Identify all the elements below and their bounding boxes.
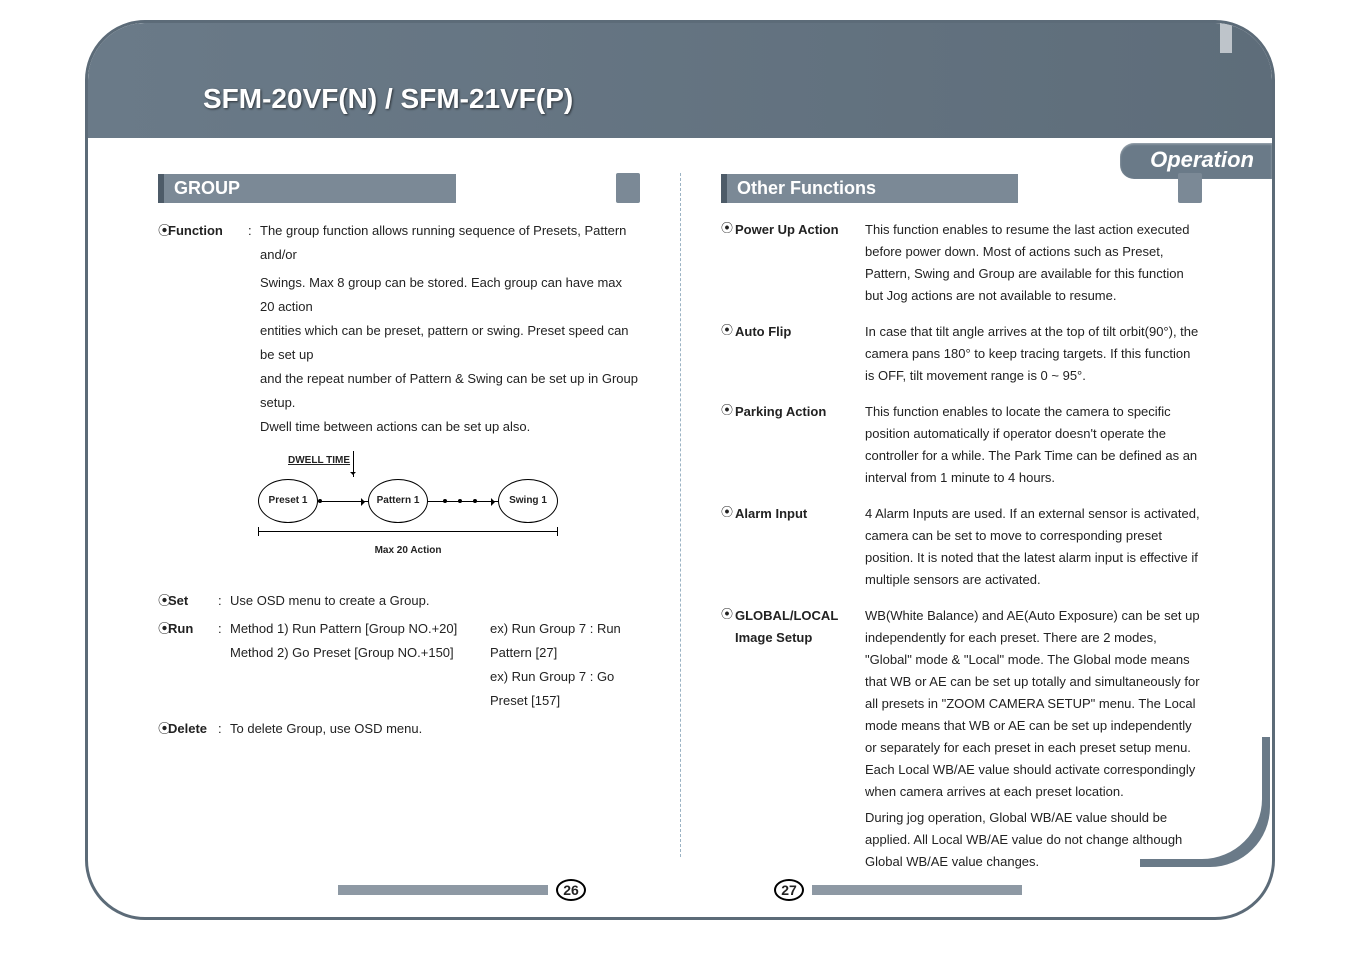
item-desc: In case that tilt angle arrives at the t… <box>865 321 1202 387</box>
heading-stub-right <box>1178 173 1202 203</box>
list-item: ⦿ Power Up Action This function enables … <box>721 219 1202 307</box>
item-desc: This function enables to locate the came… <box>865 401 1202 489</box>
run-ex2: ex) Run Group 7 : Go Preset [157] <box>490 665 640 713</box>
item-desc-p1: WB(White Balance) and AE(Auto Exposure) … <box>865 605 1202 803</box>
set-label: Set <box>168 589 218 613</box>
colon: : <box>218 617 230 713</box>
header-accent <box>1220 23 1232 53</box>
diagram-max-bracket <box>258 531 558 532</box>
item-label: Parking Action <box>735 401 865 489</box>
other-functions-list: ⦿ Power Up Action This function enables … <box>721 219 1202 873</box>
item-desc-p2: During jog operation, Global WB/AE value… <box>865 807 1202 873</box>
dwell-arrow-icon <box>353 451 354 477</box>
run-ex1: ex) Run Group 7 : Run Pattern [27] <box>490 617 640 665</box>
function-desc-l2: Swings. Max 8 group can be stored. Each … <box>260 271 640 319</box>
function-desc-l4: and the repeat number of Pattern & Swing… <box>260 367 640 415</box>
heading-group: GROUP <box>158 174 456 203</box>
list-item: ⦿ Alarm Input 4 Alarm Inputs are used. I… <box>721 503 1202 591</box>
page-number-left-wrap: 26 <box>338 879 586 901</box>
bullet-icon: ⦿ <box>721 503 735 591</box>
item-desc-group: WB(White Balance) and AE(Auto Exposure) … <box>865 605 1202 873</box>
run-row: ⦿ Run : Method 1) Run Pattern [Group NO.… <box>158 617 640 713</box>
columns: GROUP ⦿ Function : The group function al… <box>88 173 1272 857</box>
list-item: ⦿ GLOBAL/LOCAL Image Setup WB(White Bala… <box>721 605 1202 873</box>
diagram-arrowhead-1 <box>364 501 368 502</box>
item-label: Power Up Action <box>735 219 865 307</box>
delete-label: Delete <box>168 717 218 741</box>
run-method2: Method 2) Go Preset [Group NO.+150] <box>230 641 490 665</box>
heading-bar-right: Other Functions <box>721 173 1202 203</box>
item-label: Alarm Input <box>735 503 865 591</box>
group-diagram: DWELL TIME Preset 1 Pattern 1 Swing 1 <box>258 449 588 569</box>
heading-bar-left: GROUP <box>158 173 640 203</box>
page-number-bar <box>338 885 548 895</box>
bullet-icon: ⦿ <box>721 321 735 387</box>
item-label: Auto Flip <box>735 321 865 387</box>
run-examples: ex) Run Group 7 : Run Pattern [27] ex) R… <box>490 617 640 713</box>
heading-stub-left <box>616 173 640 203</box>
left-column: GROUP ⦿ Function : The group function al… <box>88 173 680 857</box>
bullet-icon: ⦿ <box>158 219 168 267</box>
bullet-icon: ⦿ <box>158 589 168 613</box>
list-item: ⦿ Auto Flip In case that tilt angle arri… <box>721 321 1202 387</box>
run-label: Run <box>168 617 218 713</box>
product-title: SFM-20VF(N) / SFM-21VF(P) <box>203 83 573 115</box>
colon: : <box>218 589 230 613</box>
content-area: GROUP ⦿ Function : The group function al… <box>88 173 1272 857</box>
run-desc: Method 1) Run Pattern [Group NO.+20] Met… <box>230 617 640 713</box>
bullet-icon: ⦿ <box>721 401 735 489</box>
item-label: GLOBAL/LOCAL Image Setup <box>735 605 865 873</box>
page-frame: SFM-20VF(N) / SFM-21VF(P) Operation GROU… <box>85 20 1275 920</box>
page-number-left: 26 <box>556 879 586 901</box>
diagram-connector-2 <box>428 501 498 502</box>
dwell-time-label: DWELL TIME <box>288 449 350 473</box>
function-row: ⦿ Function : The group function allows r… <box>158 219 640 267</box>
page-number-right-wrap: 27 <box>774 879 1022 901</box>
diagram-dot <box>443 499 447 503</box>
colon: : <box>218 717 230 741</box>
function-desc-l3: entities which can be preset, pattern or… <box>260 319 640 367</box>
item-desc: 4 Alarm Inputs are used. If an external … <box>865 503 1202 591</box>
set-desc: Use OSD menu to create a Group. <box>230 589 640 613</box>
item-desc: This function enables to resume the last… <box>865 219 1202 307</box>
heading-other-functions: Other Functions <box>721 174 1018 203</box>
function-desc-l5: Dwell time between actions can be set up… <box>260 415 640 439</box>
page-number-right: 27 <box>774 879 804 901</box>
function-label: Function <box>168 219 248 267</box>
bullet-icon: ⦿ <box>721 219 735 307</box>
diagram-max-label: Max 20 Action <box>258 539 558 563</box>
page-spread: SFM-20VF(N) / SFM-21VF(P) Operation GROU… <box>0 0 1351 954</box>
diagram-arrowhead-2 <box>494 501 498 502</box>
header-band: SFM-20VF(N) / SFM-21VF(P) <box>88 23 1272 138</box>
bullet-icon: ⦿ <box>158 717 168 741</box>
group-body: ⦿ Function : The group function allows r… <box>158 219 640 741</box>
delete-row: ⦿ Delete : To delete Group, use OSD menu… <box>158 717 640 741</box>
bullet-icon: ⦿ <box>158 617 168 713</box>
diagram-dot <box>458 499 462 503</box>
set-row: ⦿ Set : Use OSD menu to create a Group. <box>158 589 640 613</box>
diagram-node-swing: Swing 1 <box>498 479 558 523</box>
run-method1: Method 1) Run Pattern [Group NO.+20] <box>230 617 490 641</box>
function-desc-l1: The group function allows running sequen… <box>260 219 640 267</box>
run-methods: Method 1) Run Pattern [Group NO.+20] Met… <box>230 617 490 713</box>
diagram-dot <box>473 499 477 503</box>
diagram-node-preset: Preset 1 <box>258 479 318 523</box>
delete-desc: To delete Group, use OSD menu. <box>230 717 640 741</box>
diagram-dot <box>318 499 322 503</box>
right-column: Other Functions ⦿ Power Up Action This f… <box>680 173 1272 857</box>
colon: : <box>248 219 260 267</box>
page-number-bar <box>812 885 1022 895</box>
diagram-node-pattern: Pattern 1 <box>368 479 428 523</box>
list-item: ⦿ Parking Action This function enables t… <box>721 401 1202 489</box>
bullet-icon: ⦿ <box>721 605 735 873</box>
